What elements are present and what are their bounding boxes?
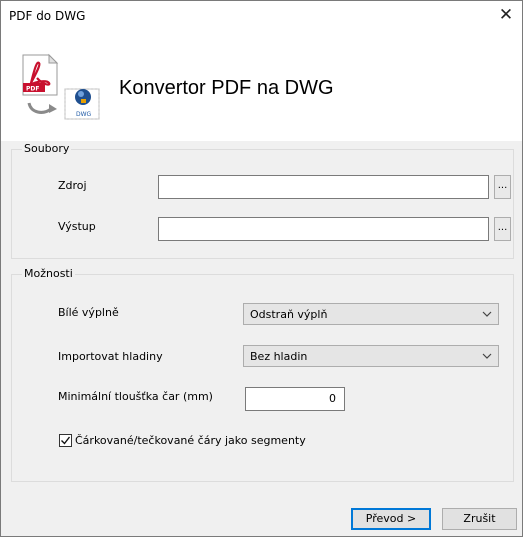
min-thickness-label: Minimální tloušťka čar (mm) xyxy=(58,390,213,403)
output-label: Výstup xyxy=(58,220,96,233)
pdf-to-dwg-icon: PDF DWG xyxy=(22,53,100,120)
svg-text:DWG: DWG xyxy=(76,111,92,118)
files-group: Soubory xyxy=(11,142,514,259)
dashed-lines-checkbox[interactable] xyxy=(59,434,72,447)
convert-button[interactable]: Převod > xyxy=(351,508,431,530)
svg-text:PDF: PDF xyxy=(26,86,39,93)
import-layers-label: Importovat hladiny xyxy=(58,350,163,363)
dialog-header: PDF DWG Konvertor PDF na DWG xyxy=(1,31,522,141)
white-fills-select[interactable]: Odstraň výplň xyxy=(243,303,499,325)
dialog-heading: Konvertor PDF na DWG xyxy=(119,77,334,99)
source-label: Zdroj xyxy=(58,179,87,192)
cancel-button[interactable]: Zrušit xyxy=(442,508,517,530)
close-icon[interactable]: ✕ xyxy=(496,5,516,25)
white-fills-value: Odstraň výplň xyxy=(250,308,328,321)
chevron-down-icon xyxy=(482,353,492,359)
import-layers-value: Bez hladin xyxy=(250,350,308,363)
white-fills-label: Bílé výplně xyxy=(58,306,119,319)
window-title: PDF do DWG xyxy=(9,9,86,23)
output-browse-button[interactable]: ... xyxy=(494,217,511,241)
files-group-legend: Soubory xyxy=(22,142,72,155)
min-thickness-input[interactable]: 0 xyxy=(245,387,345,411)
dashed-lines-label[interactable]: Čárkované/tečkované čáry jako segmenty xyxy=(75,434,306,447)
checkmark-icon xyxy=(61,436,71,445)
title-bar: PDF do DWG ✕ xyxy=(1,1,522,31)
source-input[interactable] xyxy=(158,175,489,199)
options-group-legend: Možnosti xyxy=(22,267,75,280)
dialog-window: PDF do DWG ✕ PDF DWG Konvertor PDF na DW… xyxy=(0,0,523,537)
output-input[interactable] xyxy=(158,217,489,241)
import-layers-select[interactable]: Bez hladin xyxy=(243,345,499,367)
chevron-down-icon xyxy=(482,311,492,317)
source-browse-button[interactable]: ... xyxy=(494,175,511,199)
